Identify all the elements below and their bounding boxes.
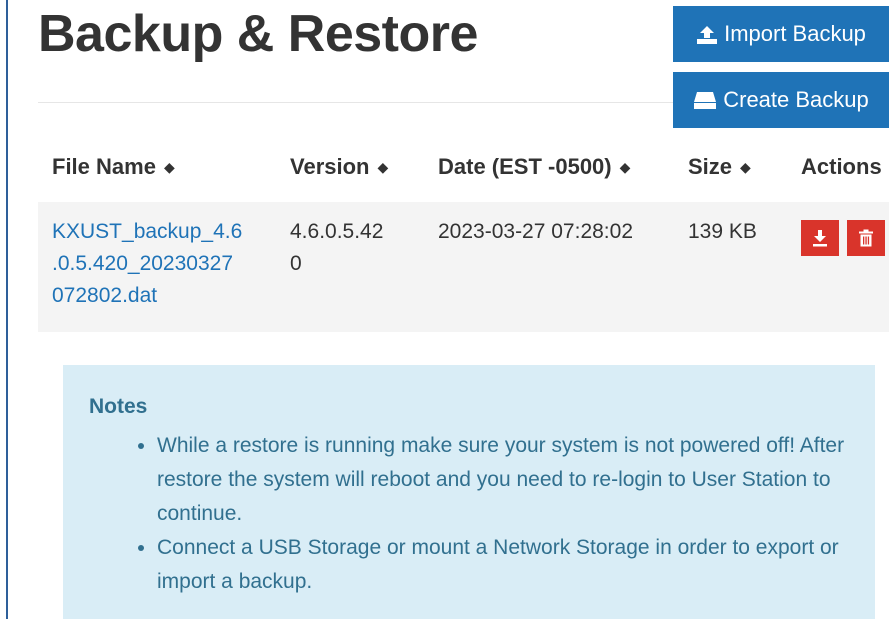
delete-button[interactable]: [847, 220, 885, 256]
import-icon: [697, 26, 718, 44]
column-header-version[interactable]: Version ◆: [290, 154, 388, 180]
download-button[interactable]: [801, 220, 839, 256]
notes-title: Notes: [89, 395, 148, 418]
left-border: [6, 0, 8, 619]
column-header-size[interactable]: Size ◆: [688, 154, 751, 180]
column-header-actions: Actions: [801, 154, 882, 179]
column-header-file-name[interactable]: File Name ◆: [52, 154, 175, 180]
sort-icon: ◆: [163, 159, 175, 175]
notes-panel: Notes While a restore is running make su…: [63, 365, 875, 619]
import-backup-label: Import Backup: [724, 21, 866, 46]
table-row: KXUST_backup_4.6 .0.5.420_20230327 07280…: [38, 202, 889, 332]
date-cell: 2023-03-27 07:28:02: [438, 220, 633, 243]
version-cell: 4.6.0.5.42 0: [290, 220, 384, 275]
create-backup-button[interactable]: Create Backup: [673, 72, 889, 128]
import-backup-button[interactable]: Import Backup: [673, 6, 889, 62]
file-name-link[interactable]: KXUST_backup_4.6 .0.5.420_20230327 07280…: [52, 216, 242, 312]
list-item: While a restore is running make sure you…: [157, 429, 859, 531]
size-cell: 139 KB: [688, 220, 757, 243]
download-icon: [813, 230, 827, 247]
sort-icon: ◆: [377, 159, 389, 175]
sort-icon: ◆: [619, 159, 631, 175]
drive-icon: [694, 92, 717, 109]
list-item: Connect a USB Storage or mount a Network…: [157, 531, 859, 599]
sort-icon: ◆: [740, 159, 751, 175]
create-backup-label: Create Backup: [723, 87, 869, 112]
page-title: Backup & Restore: [38, 5, 478, 63]
notes-list: While a restore is running make sure you…: [89, 429, 859, 599]
trash-icon: [859, 229, 873, 247]
column-header-date[interactable]: Date (EST -0500) ◆: [438, 154, 630, 180]
